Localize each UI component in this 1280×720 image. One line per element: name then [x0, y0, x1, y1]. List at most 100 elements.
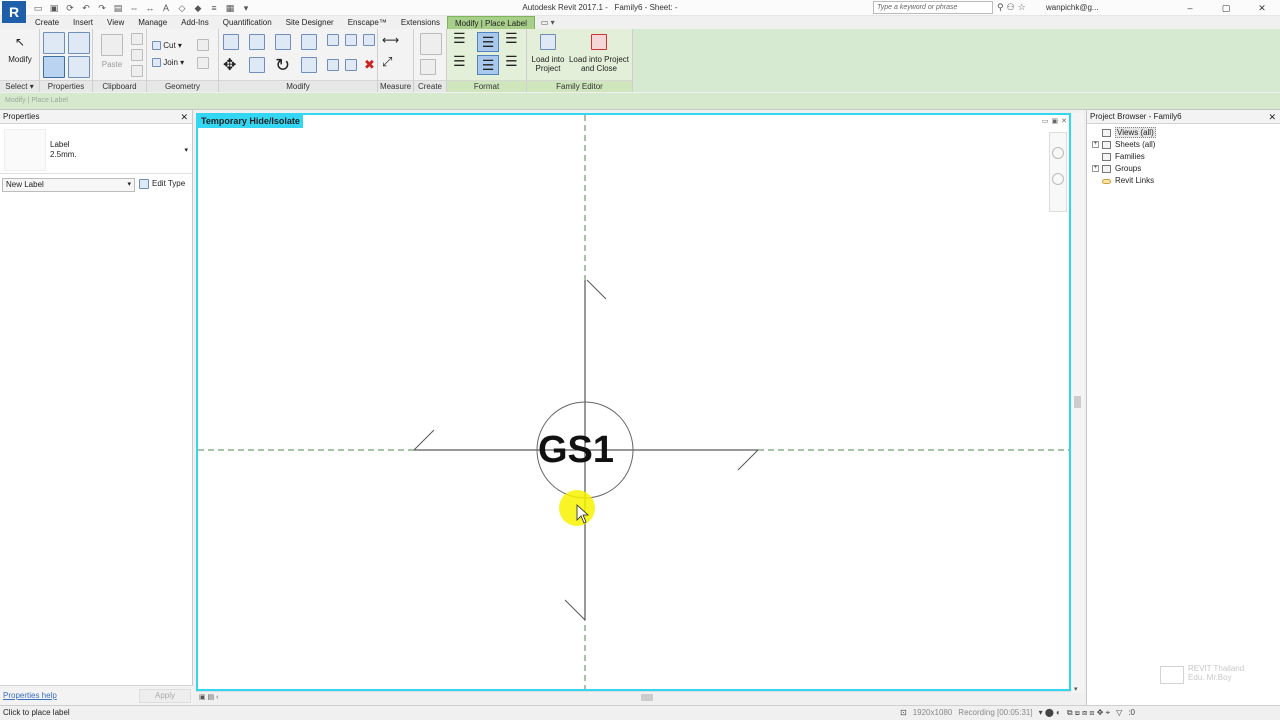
offset-icon[interactable]	[249, 34, 265, 52]
join-geometry-button[interactable]: Join ▾	[152, 58, 184, 68]
paste-button[interactable]: Paste	[99, 34, 125, 69]
recorder-icon[interactable]: ⊡	[900, 706, 907, 720]
scrollbar-thumb[interactable]	[1074, 396, 1081, 408]
family-types-button[interactable]	[43, 56, 65, 80]
pin-icon[interactable]	[363, 34, 375, 48]
scale-icon[interactable]	[345, 59, 357, 73]
family-category-button[interactable]	[68, 32, 90, 56]
expand-icon[interactable]: +	[1092, 165, 1099, 172]
tree-item-families[interactable]: Families	[1087, 151, 1280, 163]
switch-windows-icon[interactable]: ▾	[240, 2, 252, 14]
subscription-icon[interactable]: ⚇	[1007, 2, 1015, 13]
close-icon[interactable]: ✕	[180, 110, 188, 124]
trim-extend-icon[interactable]	[301, 57, 317, 75]
tab-create[interactable]: Create	[28, 16, 66, 29]
print-icon[interactable]: ▤	[112, 2, 124, 14]
search-input[interactable]: Type a keyword or phrase	[873, 1, 993, 14]
horizontal-scroll-thumb[interactable]	[641, 694, 653, 701]
rotate-icon[interactable]: ↻	[275, 55, 290, 75]
aligned-dimension-icon[interactable]: ⤢	[382, 55, 392, 68]
3d-view-icon[interactable]: ◇	[176, 2, 188, 14]
restore-icon[interactable]: ▣	[1052, 117, 1059, 125]
create-group-icon[interactable]	[420, 59, 436, 77]
redo-icon[interactable]: ↷	[96, 2, 108, 14]
align-bottom-icon[interactable]: ☰	[505, 54, 518, 68]
close-icon[interactable]: ✕	[1244, 0, 1280, 16]
split-element-icon[interactable]	[327, 34, 339, 48]
tab-site-designer[interactable]: Site Designer	[279, 16, 341, 29]
close-icon[interactable]: ✕	[1061, 117, 1067, 125]
align-top-icon[interactable]: ☰	[453, 54, 466, 68]
text-icon[interactable]: A	[160, 2, 172, 14]
section-icon[interactable]: ◆	[192, 2, 204, 14]
zoom-icon[interactable]	[1052, 173, 1064, 185]
copy-clip-icon[interactable]	[131, 49, 143, 63]
properties-button[interactable]	[43, 32, 65, 56]
load-into-project-close-button[interactable]: Load into Project and Close	[567, 34, 631, 73]
type-properties-button[interactable]	[68, 56, 90, 80]
minimize-icon[interactable]: –	[1172, 0, 1208, 16]
minimize-icon[interactable]: ▭	[1042, 117, 1049, 125]
tree-item-sheets[interactable]: + Sheets (all)	[1087, 139, 1280, 151]
filter-icon[interactable]: ▽	[1116, 706, 1122, 720]
load-into-project-button[interactable]: Load into Project	[529, 34, 567, 73]
worksets-icon[interactable]: ▾ ⬤ ◐	[1039, 706, 1061, 720]
edit-type-button[interactable]: Edit Type	[139, 178, 185, 190]
binoculars-icon[interactable]: ⚲	[997, 2, 1004, 13]
revit-app-button[interactable]: R	[2, 1, 26, 23]
split-gap-icon[interactable]	[345, 34, 357, 48]
tab-view[interactable]: View	[100, 16, 131, 29]
match-type-icon[interactable]	[131, 65, 143, 79]
tab-enscape[interactable]: Enscape™	[341, 16, 394, 29]
align-left-icon[interactable]: ☰	[453, 31, 466, 45]
steering-wheel-icon[interactable]	[1052, 147, 1064, 159]
split-face-icon[interactable]	[197, 57, 209, 71]
sync-icon[interactable]: ⟳	[64, 2, 76, 14]
favorites-icon[interactable]: ☆	[1018, 2, 1026, 13]
cut-geometry-button[interactable]: Cut ▾	[152, 41, 182, 51]
tree-item-groups[interactable]: + Groups	[1087, 163, 1280, 175]
apply-button[interactable]: Apply	[139, 689, 191, 703]
align-icon[interactable]	[223, 34, 239, 52]
thin-lines-icon[interactable]: ≡	[208, 2, 220, 14]
align-right-icon[interactable]: ☰	[505, 31, 518, 45]
measure-icon[interactable]: ⇔	[128, 2, 140, 14]
delete-icon[interactable]: ✖	[364, 58, 375, 72]
create-similar-icon[interactable]	[420, 33, 442, 57]
move-icon[interactable]: ✥	[223, 57, 236, 75]
cut-clip-icon[interactable]	[131, 33, 143, 47]
vertical-scrollbar[interactable]: ▾	[1072, 113, 1084, 693]
tab-manage[interactable]: Manage	[131, 16, 174, 29]
tab-modify-place-label[interactable]: Modify | Place Label	[446, 16, 535, 29]
array-icon[interactable]	[327, 59, 339, 73]
align-middle-icon[interactable]: ☰	[477, 55, 499, 75]
restore-icon[interactable]: ▢	[1208, 0, 1244, 16]
expand-icon[interactable]: +	[1092, 141, 1099, 148]
modify-button[interactable]: ↖ Modify	[6, 35, 34, 64]
close-icon[interactable]: ✕	[1268, 110, 1276, 124]
measure-distance-icon[interactable]: ⟷	[382, 34, 399, 46]
close-hidden-icon[interactable]: ▦	[224, 2, 236, 14]
tree-item-revit-links[interactable]: Revit Links	[1087, 175, 1280, 187]
view-control-icons[interactable]: ▣ ▤ ‹	[199, 693, 218, 701]
properties-help-link[interactable]: Properties help	[3, 691, 57, 700]
tab-insert[interactable]: Insert	[66, 16, 100, 29]
tab-add-ins[interactable]: Add-Ins	[174, 16, 216, 29]
scroll-down-icon[interactable]: ▾	[1074, 685, 1078, 693]
dimension-icon[interactable]: ↔	[144, 2, 156, 14]
chevron-down-icon[interactable]: ▾	[184, 146, 188, 154]
ribbon-minimize-icon[interactable]: ▭ ▾	[535, 16, 561, 29]
save-icon[interactable]: ▣	[48, 2, 60, 14]
type-selector[interactable]: Label 2.5mm. ▾	[0, 124, 192, 174]
instance-filter-select[interactable]: New Label ▾	[2, 178, 135, 192]
mirror-draw-icon[interactable]	[301, 34, 317, 52]
align-center-icon[interactable]: ☰	[477, 32, 499, 52]
drawing-canvas[interactable]: GS1 Temporary Hide/Isolate ▭ ▣ ✕	[196, 113, 1071, 691]
tab-extensions[interactable]: Extensions	[394, 16, 447, 29]
wall-joins-icon[interactable]	[197, 39, 209, 53]
tab-quantification[interactable]: Quantification	[216, 16, 279, 29]
copy-icon[interactable]	[249, 57, 265, 75]
selection-icons[interactable]: ⧉ ⧈ ⧇ ⧆ ✥ ⌖	[1067, 706, 1110, 720]
user-account[interactable]: wanpichk@g...	[1046, 3, 1099, 12]
undo-icon[interactable]: ↶	[80, 2, 92, 14]
